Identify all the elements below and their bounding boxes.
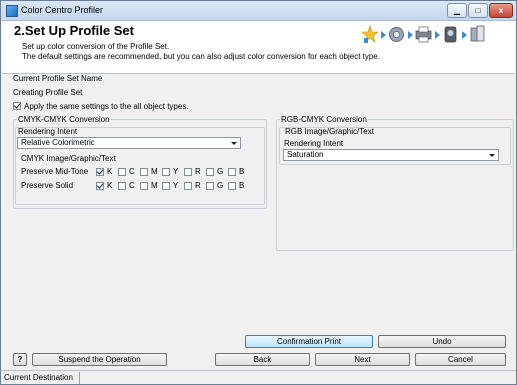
channel-checkbox-r[interactable]: [184, 182, 192, 190]
channel-checkbox-b[interactable]: [228, 168, 236, 176]
back-button[interactable]: Back: [215, 353, 310, 366]
wizard-progress: [354, 21, 514, 51]
channel-label-r: R: [195, 167, 201, 176]
cmyk-rendering-intent-select[interactable]: Relative Colorimetric: [17, 137, 241, 149]
preserve-solid-label: Preserve Solid: [21, 181, 74, 190]
channel-checkbox-b[interactable]: [228, 182, 236, 190]
minimize-button[interactable]: ▁: [447, 3, 467, 18]
description-line-2: The default settings are recommended, bu…: [22, 52, 380, 61]
channel-label-g: G: [217, 181, 224, 190]
channel-checkbox-m[interactable]: [140, 168, 148, 176]
channel-label-g: G: [217, 167, 224, 176]
description-line-1: Set up color conversion of the Profile S…: [22, 42, 170, 51]
window-title: Color Centro Profiler: [21, 5, 104, 15]
channel-checkbox-k[interactable]: [96, 182, 104, 190]
channel-label-c: C: [129, 181, 135, 190]
cmyk-intent-label: Rendering Intent: [18, 127, 78, 136]
chevron-down-icon: [489, 154, 495, 157]
cmyk-group-title: CMYK-CMYK Conversion: [17, 115, 111, 124]
undo-button[interactable]: Undo: [378, 335, 506, 348]
channel-checkbox-k[interactable]: [96, 168, 104, 176]
channel-checkbox-g[interactable]: [206, 168, 214, 176]
channel-checkbox-c[interactable]: [118, 182, 126, 190]
status-bar: Current Destination: [1, 370, 516, 384]
channel-label-m: M: [151, 181, 158, 190]
channel-label-y: Y: [173, 167, 179, 176]
channel-checkbox-g[interactable]: [206, 182, 214, 190]
channel-label-r: R: [195, 181, 201, 190]
channel-label-y: Y: [173, 181, 179, 190]
arrow-icon: [381, 31, 386, 39]
rgb-rendering-intent-value: Saturation: [287, 150, 324, 159]
page-title: 2.Set Up Profile Set: [14, 23, 134, 38]
spectrometer-icon: [444, 26, 457, 43]
arrow-icon: [408, 31, 413, 39]
chevron-down-icon: [231, 142, 237, 145]
cmyk-object-title: CMYK Image/Graphic/Text: [21, 154, 116, 163]
current-destination-label: Current Destination: [4, 373, 73, 382]
page-description: Set up color conversion of the Profile S…: [22, 42, 380, 62]
channel-label-b: B: [239, 181, 245, 190]
gear-icon: [389, 27, 404, 42]
next-button[interactable]: Next: [315, 353, 410, 366]
close-button[interactable]: x: [489, 3, 513, 18]
wizard-header: 2.Set Up Profile Set Set up color conver…: [2, 21, 515, 74]
status-separator: [79, 372, 80, 384]
channel-checkbox-y[interactable]: [162, 182, 170, 190]
profile-name-value: Creating Profile Set: [13, 88, 83, 97]
channel-checkbox-r[interactable]: [184, 168, 192, 176]
title-bar[interactable]: Color Centro Profiler ▁ □ x: [1, 1, 516, 21]
save-profile-icon: [470, 25, 485, 42]
channel-label-k: K: [107, 181, 113, 190]
app-icon: [6, 5, 18, 17]
profile-name-label: Current Profile Set Name: [13, 74, 103, 83]
rgb-rendering-intent-select[interactable]: Saturation: [283, 149, 499, 161]
channel-checkbox-m[interactable]: [140, 182, 148, 190]
channel-label-m: M: [151, 167, 158, 176]
channel-label-b: B: [239, 167, 245, 176]
wand-icon: [362, 25, 379, 43]
profiler-window: Color Centro Profiler ▁ □ x 2.Set Up Pro…: [0, 0, 517, 385]
channel-checkbox-c[interactable]: [118, 168, 126, 176]
rgb-group-title: RGB-CMYK Conversion: [280, 115, 368, 124]
channel-label-k: K: [107, 167, 113, 176]
channel-label-c: C: [129, 167, 135, 176]
rgb-intent-label: Rendering Intent: [284, 139, 344, 148]
confirmation-print-button[interactable]: Confirmation Print: [245, 335, 373, 348]
preserve-midtone-label: Preserve Mid-Tone: [21, 167, 89, 176]
arrow-icon: [462, 31, 467, 39]
help-button[interactable]: ?: [13, 353, 27, 366]
maximize-button[interactable]: □: [468, 3, 488, 18]
channel-checkbox-y[interactable]: [162, 168, 170, 176]
apply-all-checkbox[interactable]: [13, 102, 21, 110]
cancel-button[interactable]: Cancel: [415, 353, 506, 366]
suspend-operation-button[interactable]: Suspend the Operation: [32, 353, 167, 366]
rgb-object-title: RGB Image/Graphic/Text: [285, 127, 374, 136]
printer-icon: [415, 26, 432, 43]
cmyk-rendering-intent-value: Relative Colorimetric: [21, 138, 95, 147]
arrow-icon: [435, 31, 440, 39]
apply-all-label: Apply the same settings to the all objec…: [24, 102, 189, 111]
